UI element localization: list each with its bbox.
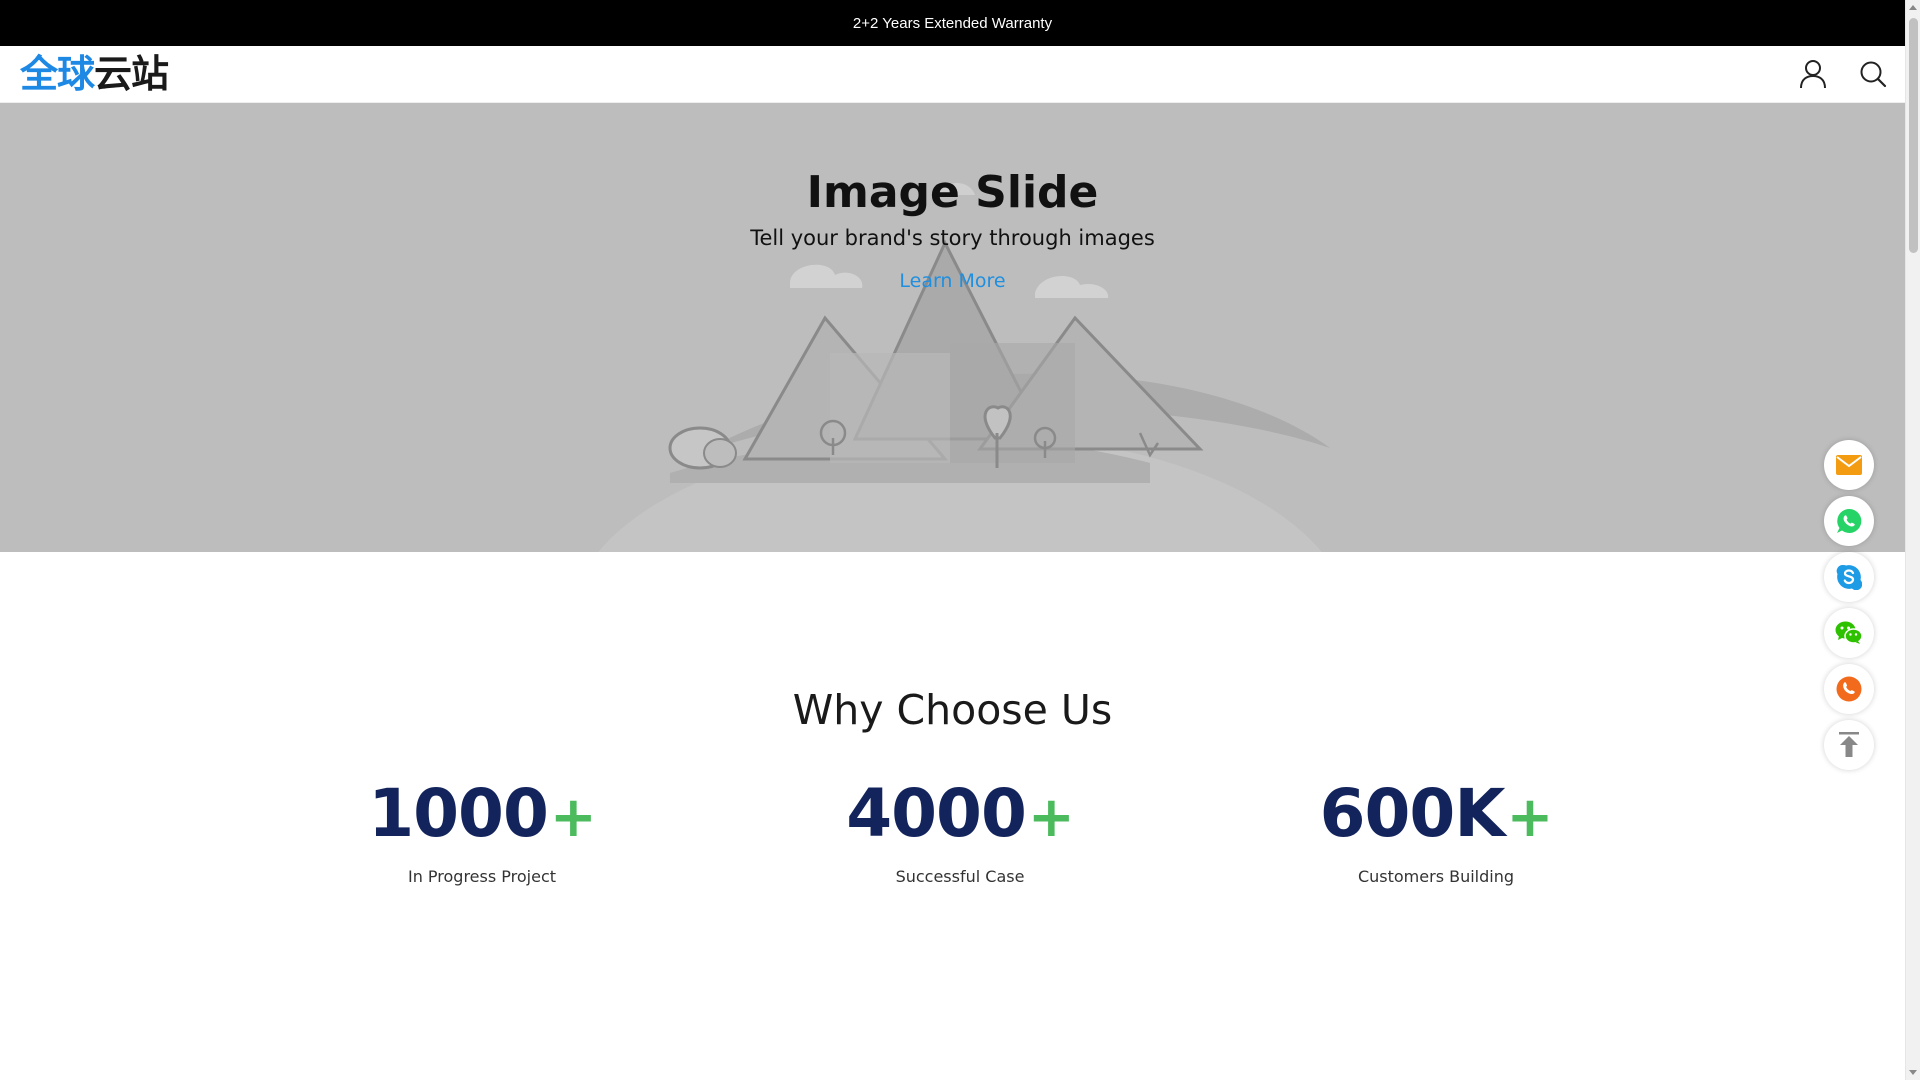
wechat-button[interactable] bbox=[1824, 608, 1874, 658]
whatsapp-button[interactable] bbox=[1824, 496, 1874, 546]
skype-icon bbox=[1836, 564, 1862, 590]
scroll-down-arrow-icon[interactable] bbox=[1909, 1070, 1917, 1075]
logo-text-part2: 云站 bbox=[94, 52, 169, 96]
announcement-text: 2+2 Years Extended Warranty bbox=[852, 14, 1053, 32]
wechat-icon bbox=[1835, 621, 1863, 644]
hero-slide: Image Slide Tell your brand's story thro… bbox=[0, 103, 1905, 552]
learn-more-link[interactable]: Learn More bbox=[899, 270, 1005, 292]
stat-value: 600K bbox=[1319, 775, 1506, 852]
stat-label: In Progress Project bbox=[407, 866, 557, 886]
stat-successful-case: 4000+ Successful Case bbox=[760, 775, 1160, 886]
stat-plus: + bbox=[1027, 785, 1075, 850]
back-to-top-button[interactable] bbox=[1824, 720, 1874, 770]
skype-button[interactable] bbox=[1824, 552, 1874, 602]
why-choose-us-section: Why Choose Us bbox=[0, 552, 1905, 734]
stat-plus: + bbox=[1506, 785, 1554, 850]
floating-contact-bar bbox=[1824, 440, 1874, 770]
stat-number: 600K+ bbox=[1236, 775, 1636, 852]
search-icon[interactable] bbox=[1857, 58, 1889, 90]
phone-icon bbox=[1836, 676, 1862, 702]
site-logo[interactable]: 全球云站 bbox=[20, 52, 169, 96]
stat-in-progress: 1000+ In Progress Project bbox=[282, 775, 682, 886]
hero-subtitle: Tell your brand's story through images bbox=[750, 225, 1155, 250]
stat-number: 4000+ bbox=[760, 775, 1160, 852]
phone-button[interactable] bbox=[1824, 664, 1874, 714]
logo-text-part1: 全球 bbox=[20, 52, 95, 96]
scrollbar-thumb[interactable] bbox=[1909, 18, 1918, 253]
stat-value: 4000 bbox=[846, 775, 1027, 852]
section-title: Why Choose Us bbox=[792, 686, 1113, 734]
email-icon bbox=[1836, 455, 1862, 475]
header-actions bbox=[1797, 58, 1889, 90]
whatsapp-icon bbox=[1837, 508, 1862, 533]
stat-plus: + bbox=[549, 785, 597, 850]
vertical-scrollbar[interactable] bbox=[1905, 0, 1920, 1080]
stat-label: Successful Case bbox=[895, 866, 1025, 886]
stat-label: Customers Building bbox=[1357, 866, 1515, 886]
hero-title: Image Slide bbox=[806, 167, 1099, 218]
scroll-up-arrow-icon[interactable] bbox=[1909, 5, 1917, 10]
announcement-bar: 2+2 Years Extended Warranty bbox=[0, 0, 1905, 46]
stats-row: 1000+ In Progress Project 4000+ Successf… bbox=[0, 775, 1905, 928]
stat-customers-building: 600K+ Customers Building bbox=[1236, 775, 1636, 886]
stat-number: 1000+ bbox=[282, 775, 682, 852]
user-icon[interactable] bbox=[1797, 58, 1829, 90]
site-header: 全球云站 bbox=[0, 46, 1905, 103]
hero-content: Image Slide Tell your brand's story thro… bbox=[0, 167, 1905, 292]
page: 2+2 Years Extended Warranty 全球云站 Image S… bbox=[0, 0, 1905, 1080]
back-to-top-icon bbox=[1839, 732, 1859, 757]
stat-value: 1000 bbox=[368, 775, 549, 852]
email-button[interactable] bbox=[1824, 440, 1874, 490]
